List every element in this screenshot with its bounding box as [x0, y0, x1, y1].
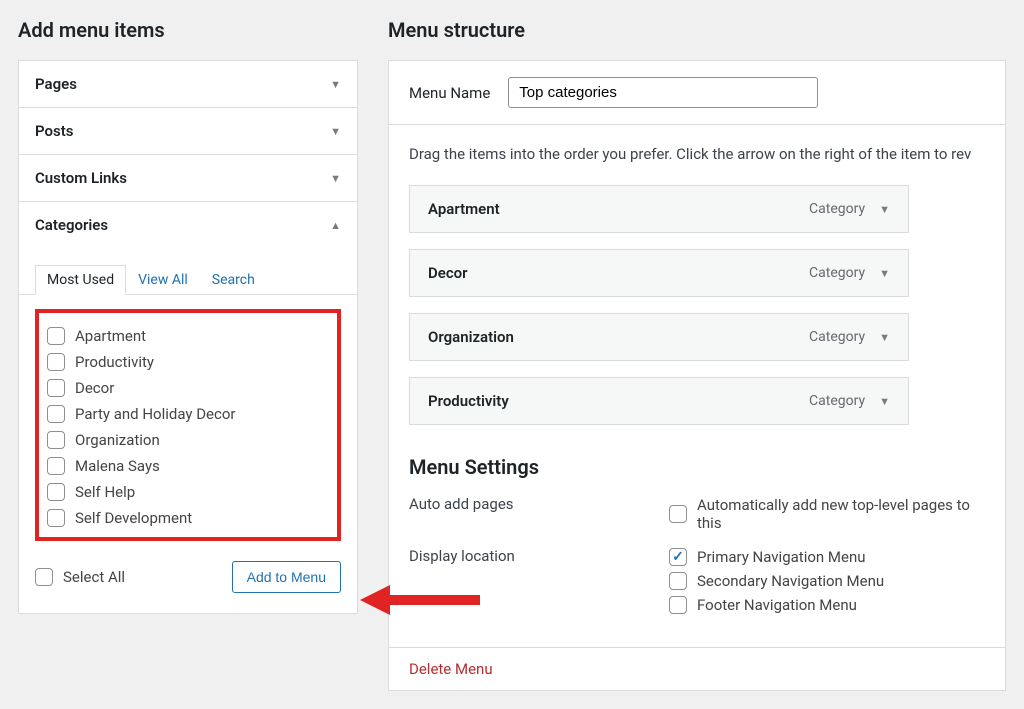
checkbox-party-holiday[interactable]: [47, 405, 65, 423]
menu-item-decor[interactable]: Decor Category ▼: [409, 249, 909, 297]
panel-custom-links-title: Custom Links: [35, 169, 127, 187]
menu-item-label: Apartment: [428, 200, 500, 218]
chevron-down-icon[interactable]: ▼: [879, 203, 890, 216]
cat-label: Productivity: [75, 353, 154, 371]
categories-highlight-box: Apartment Productivity Decor Party and H…: [35, 309, 341, 541]
select-all-label: Select All: [63, 568, 125, 586]
chevron-up-icon: ▲: [330, 219, 341, 232]
cat-label: Self Help: [75, 483, 135, 501]
chevron-down-icon[interactable]: ▼: [879, 395, 890, 408]
menu-name-label: Menu Name: [409, 84, 490, 102]
menu-item-apartment[interactable]: Apartment Category ▼: [409, 185, 909, 233]
tab-most-used[interactable]: Most Used: [35, 265, 126, 295]
cat-label: Apartment: [75, 327, 146, 345]
display-option-label: Primary Navigation Menu: [697, 548, 866, 566]
checkbox-secondary-nav[interactable]: [669, 572, 687, 590]
menu-item-label: Productivity: [428, 392, 509, 410]
menu-item-productivity[interactable]: Productivity Category ▼: [409, 377, 909, 425]
checkbox-self-help[interactable]: [47, 483, 65, 501]
cat-label: Decor: [75, 379, 114, 397]
add-items-heading: Add menu items: [18, 18, 358, 42]
cat-label: Party and Holiday Decor: [75, 405, 236, 423]
tab-view-all[interactable]: View All: [126, 265, 200, 295]
panel-posts-title: Posts: [35, 122, 73, 140]
checkbox-primary-nav[interactable]: [669, 548, 687, 566]
panel-categories-body: Most Used View All Search Apartment Prod…: [19, 248, 357, 613]
menu-item-organization[interactable]: Organization Category ▼: [409, 313, 909, 361]
menu-item-label: Organization: [428, 328, 514, 346]
menu-item-type: Category: [809, 329, 865, 345]
menu-settings-heading: Menu Settings: [409, 455, 985, 479]
chevron-down-icon[interactable]: ▼: [879, 267, 890, 280]
checkbox-decor[interactable]: [47, 379, 65, 397]
chevron-down-icon: ▼: [330, 78, 341, 91]
panel-categories[interactable]: Categories ▲: [19, 202, 357, 248]
checkbox-organization[interactable]: [47, 431, 65, 449]
display-option-label: Footer Navigation Menu: [697, 596, 857, 614]
panel-categories-title: Categories: [35, 216, 108, 234]
menu-name-input[interactable]: [508, 77, 818, 108]
display-location-label: Display location: [409, 545, 669, 565]
add-items-accordion: Pages ▼ Posts ▼ Custom Links ▼ Categorie…: [18, 60, 358, 614]
panel-custom-links[interactable]: Custom Links ▼: [19, 155, 357, 201]
auto-add-label: Auto add pages: [409, 493, 669, 513]
auto-add-option-label: Automatically add new top-level pages to…: [697, 496, 985, 532]
menu-item-type: Category: [809, 393, 865, 409]
chevron-down-icon[interactable]: ▼: [879, 331, 890, 344]
checkbox-malena-says[interactable]: [47, 457, 65, 475]
menu-item-type: Category: [809, 265, 865, 281]
checkbox-self-development[interactable]: [47, 509, 65, 527]
display-option-label: Secondary Navigation Menu: [697, 572, 884, 590]
panel-pages-title: Pages: [35, 75, 77, 93]
menu-item-label: Decor: [428, 264, 468, 282]
tab-search[interactable]: Search: [200, 265, 267, 295]
checkbox-select-all[interactable]: [35, 568, 53, 586]
panel-pages[interactable]: Pages ▼: [19, 61, 357, 107]
chevron-down-icon: ▼: [330, 172, 341, 185]
checkbox-auto-add[interactable]: [669, 505, 687, 523]
cat-label: Organization: [75, 431, 160, 449]
checkbox-footer-nav[interactable]: [669, 596, 687, 614]
add-to-menu-button[interactable]: Add to Menu: [232, 561, 341, 593]
panel-posts[interactable]: Posts ▼: [19, 108, 357, 154]
cat-label: Self Development: [75, 509, 192, 527]
menu-item-type: Category: [809, 201, 865, 217]
chevron-down-icon: ▼: [330, 125, 341, 138]
menu-structure-panel: Menu Name Drag the items into the order …: [388, 60, 1006, 691]
cat-label: Malena Says: [75, 457, 160, 475]
checkbox-productivity[interactable]: [47, 353, 65, 371]
menu-instructions: Drag the items into the order you prefer…: [409, 145, 985, 163]
menu-structure-heading: Menu structure: [388, 18, 1006, 42]
checkbox-apartment[interactable]: [47, 327, 65, 345]
